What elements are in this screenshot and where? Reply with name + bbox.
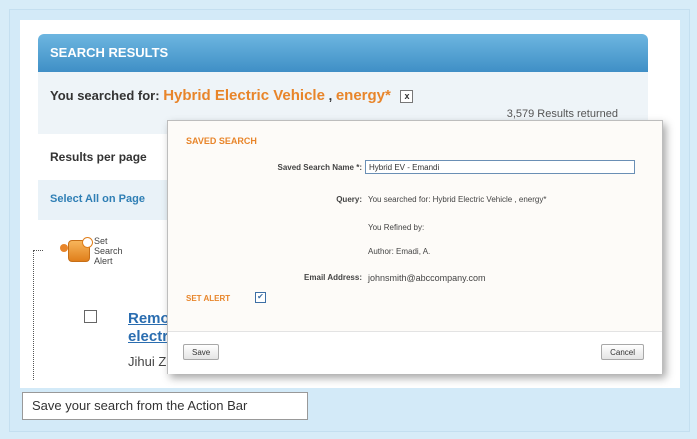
set-alert-checkbox[interactable]: ✔ <box>255 292 266 303</box>
author-refinement: Author: Emadi, A. <box>368 247 431 256</box>
saved-search-name-input[interactable] <box>365 160 635 174</box>
refined-by-label: You Refined by: <box>368 223 425 232</box>
callout-box: Save your search from the Action Bar <box>22 392 308 420</box>
results-per-page-label: Results per page <box>50 150 147 164</box>
dialog-title: SAVED SEARCH <box>186 136 257 146</box>
set-search-alert-action[interactable]: Set Search Alert <box>68 236 134 266</box>
dialog-body: SAVED SEARCH Saved Search Name *: Query:… <box>168 121 662 331</box>
set-alert-label: SET ALERT <box>186 294 231 303</box>
results-count: 3,579 Results returned <box>506 108 618 120</box>
email-address-value: johnsmith@abccompany.com <box>368 273 486 283</box>
callout-bullet <box>60 244 68 252</box>
remove-search-icon[interactable]: x <box>400 90 414 104</box>
query-value: You searched for: Hybrid Electric Vehicl… <box>368 195 547 204</box>
cancel-button[interactable]: Cancel <box>601 344 644 360</box>
email-address-label: Email Address: <box>304 273 362 282</box>
callout-connector <box>33 250 43 251</box>
saved-search-dialog: SAVED SEARCH Saved Search Name *: Query:… <box>167 120 663 374</box>
search-results-header: SEARCH RESULTS <box>38 34 648 72</box>
search-term-separator: , <box>328 88 333 103</box>
searched-for-label: You searched for: <box>50 88 160 103</box>
save-button[interactable]: Save <box>183 344 220 360</box>
search-term-2: energy* <box>335 87 391 104</box>
select-all-link[interactable]: Select All on Page <box>50 193 145 205</box>
saved-search-name-label: Saved Search Name *: <box>277 163 363 172</box>
alert-bell-icon <box>68 237 93 262</box>
dialog-footer: Save Cancel <box>168 331 662 374</box>
search-term-1: Hybrid Electric Vehicle <box>163 87 325 104</box>
callout-connector-line <box>33 250 34 380</box>
result-checkbox[interactable] <box>84 310 97 323</box>
query-label: Query: <box>336 195 362 204</box>
set-search-alert-label: Set Search Alert <box>94 236 123 266</box>
